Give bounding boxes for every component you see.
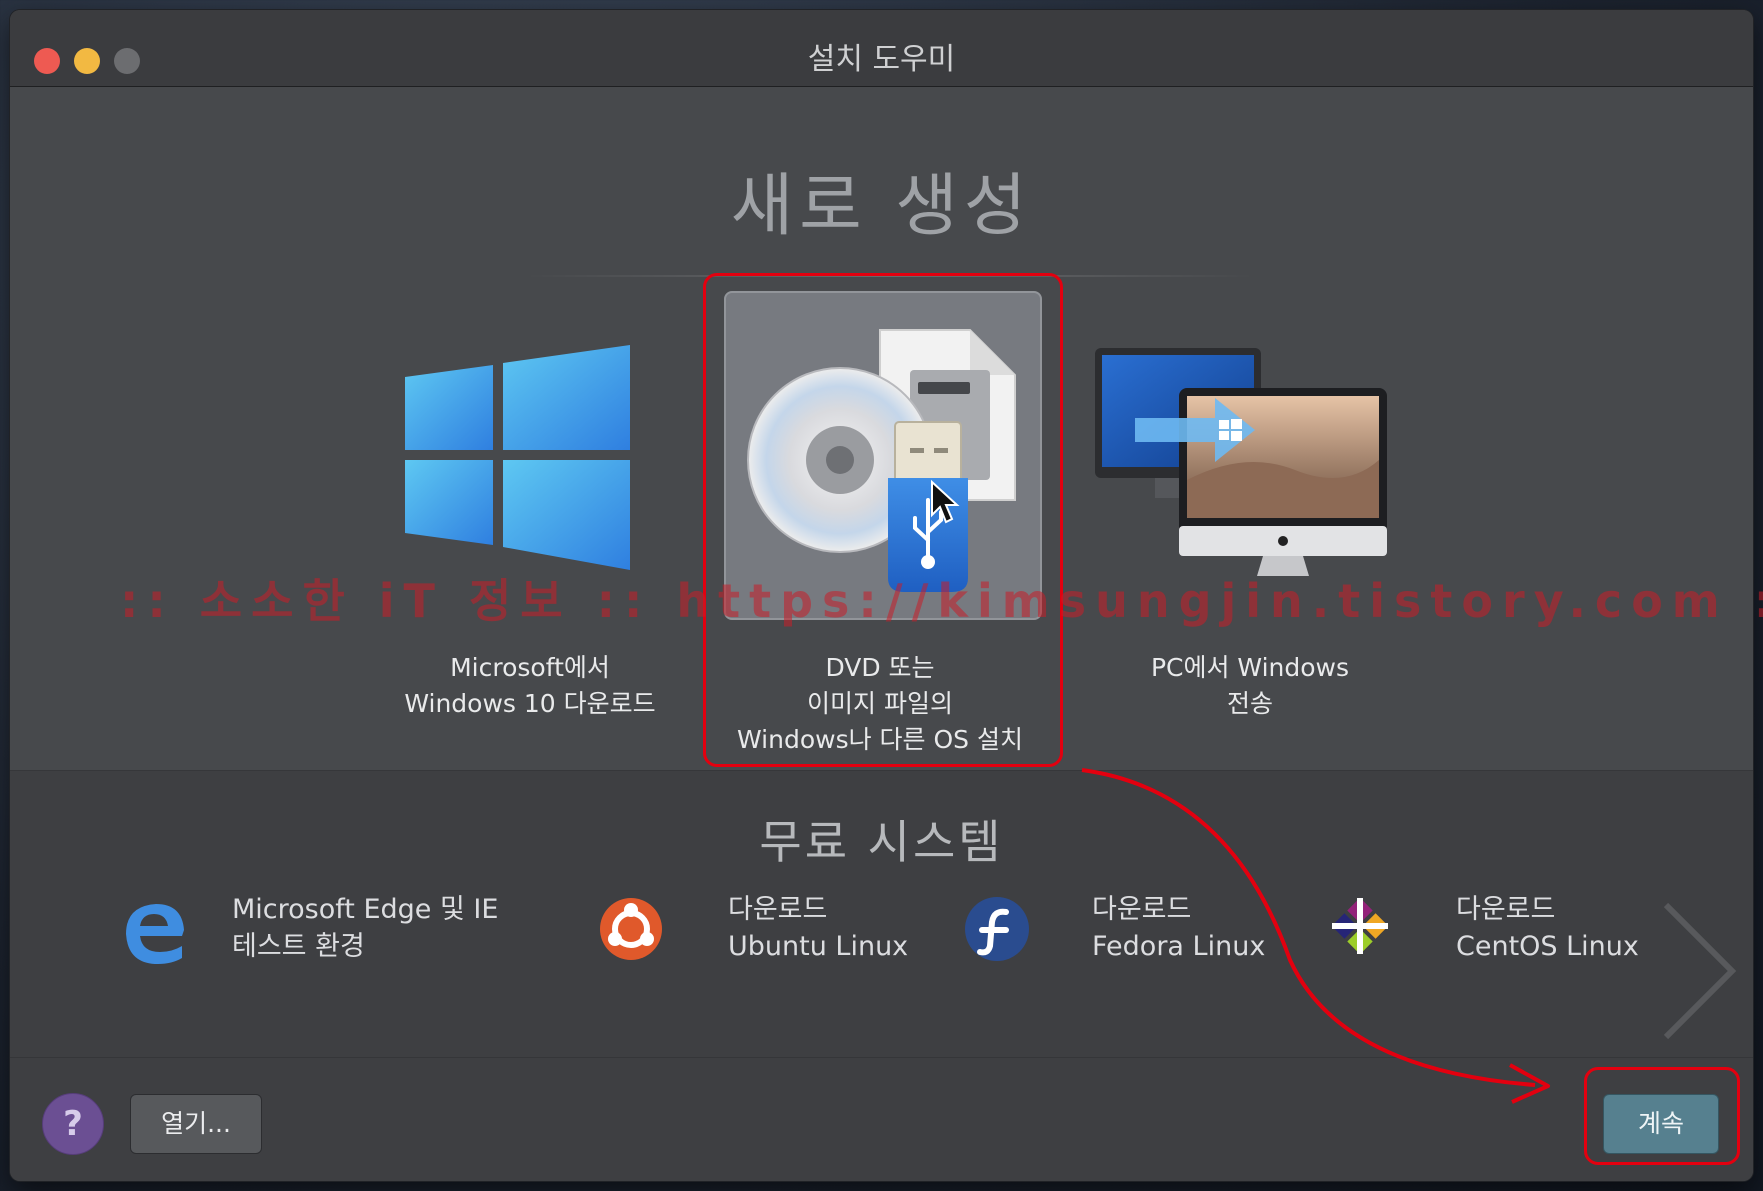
- watermark-text: :: 소소한 iT 정보 :: https://kimsungjin.tisto…: [120, 574, 1763, 628]
